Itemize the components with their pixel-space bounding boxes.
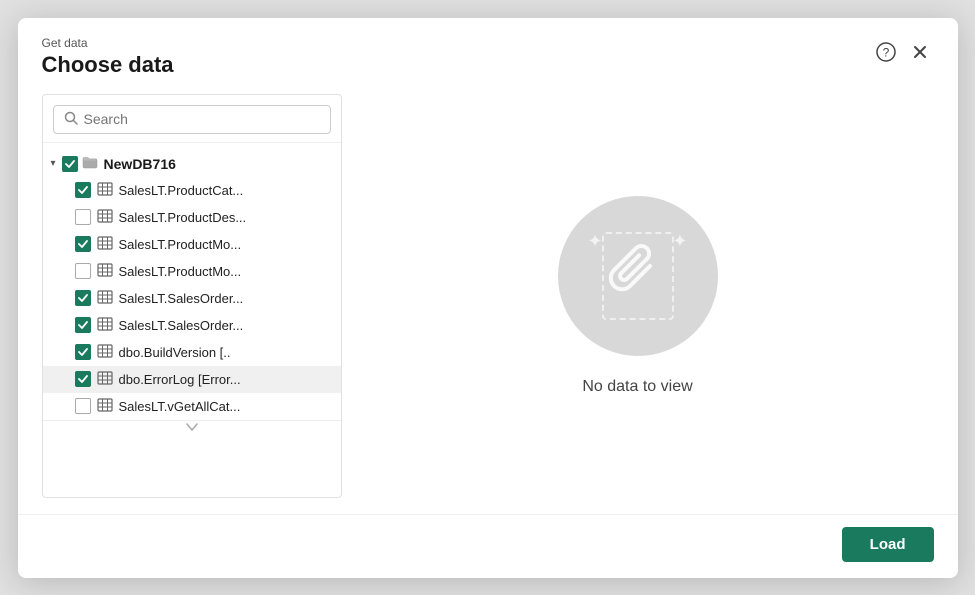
dialog-footer: Load: [18, 514, 958, 578]
help-button[interactable]: ?: [872, 40, 900, 64]
title-group: Get data Choose data: [42, 36, 174, 78]
dialog-title: Choose data: [42, 52, 174, 78]
item-label: dbo.BuildVersion [..: [119, 345, 231, 360]
table-icon: [97, 371, 113, 388]
tree-item-row[interactable]: SalesLT.SalesOrder...: [43, 312, 341, 339]
paperclip-wrap: ✦ ✦: [583, 221, 693, 331]
search-input-wrap[interactable]: [53, 105, 331, 134]
search-icon: [64, 111, 78, 128]
close-icon: [910, 42, 930, 62]
item-label: dbo.ErrorLog [Error...: [119, 372, 241, 387]
table-icon: [97, 263, 113, 280]
search-bar: [43, 95, 341, 143]
item-checkbox-empty[interactable]: [75, 209, 91, 225]
no-data-illustration: ✦ ✦: [558, 196, 718, 356]
item-label: SalesLT.SalesOrder...: [119, 318, 244, 333]
tree-area[interactable]: ▾ NewDB716: [43, 143, 341, 497]
folder-icon: [82, 155, 98, 173]
table-icon: [97, 236, 113, 253]
sparkle-top-left-icon: ✦: [588, 231, 603, 252]
paperclip-icon: [608, 236, 668, 316]
item-checkbox-checked[interactable]: [75, 182, 91, 198]
item-label: SalesLT.ProductDes...: [119, 210, 247, 225]
table-icon: [97, 317, 113, 334]
header-actions: ?: [872, 40, 934, 64]
left-panel: ▾ NewDB716: [42, 94, 342, 498]
table-icon: [97, 182, 113, 199]
sparkle-top-right-icon: ✦: [672, 231, 687, 252]
item-checkbox-checked[interactable]: [75, 344, 91, 360]
item-checkbox-checked[interactable]: [75, 317, 91, 333]
db-row[interactable]: ▾ NewDB716: [43, 151, 341, 177]
item-label: SalesLT.ProductMo...: [119, 237, 242, 252]
search-input[interactable]: [84, 111, 320, 127]
item-checkbox-checked[interactable]: [75, 290, 91, 306]
close-button[interactable]: [906, 40, 934, 64]
db-checkbox[interactable]: [62, 156, 78, 172]
table-icon: [97, 344, 113, 361]
tree-item-row[interactable]: SalesLT.ProductDes...: [43, 204, 341, 231]
svg-text:?: ?: [882, 45, 889, 59]
item-checkbox-empty[interactable]: [75, 263, 91, 279]
tree-item-row[interactable]: dbo.ErrorLog [Error...: [43, 366, 341, 393]
tree-item-row[interactable]: dbo.BuildVersion [..: [43, 339, 341, 366]
no-data-text: No data to view: [582, 378, 692, 396]
table-icon: [97, 209, 113, 226]
item-label: SalesLT.ProductMo...: [119, 264, 242, 279]
item-label: SalesLT.SalesOrder...: [119, 291, 244, 306]
dialog: Get data Choose data ?: [18, 18, 958, 578]
scroll-down-indicator: [43, 420, 341, 433]
right-panel: ✦ ✦ No data to view: [342, 94, 934, 498]
table-icon: [97, 398, 113, 415]
tree-item-row[interactable]: SalesLT.SalesOrder...: [43, 285, 341, 312]
item-checkbox-empty[interactable]: [75, 398, 91, 414]
tree-item-row[interactable]: SalesLT.vGetAllCat...: [43, 393, 341, 420]
tree-item-row[interactable]: SalesLT.ProductCat...: [43, 177, 341, 204]
item-label: SalesLT.vGetAllCat...: [119, 399, 241, 414]
tree-items-container: SalesLT.ProductCat... SalesLT.ProductDes…: [43, 177, 341, 420]
db-name: NewDB716: [104, 156, 176, 172]
help-icon: ?: [876, 42, 896, 62]
table-icon: [97, 290, 113, 307]
tree-item-row[interactable]: SalesLT.ProductMo...: [43, 258, 341, 285]
load-button[interactable]: Load: [842, 527, 934, 562]
item-checkbox-checked[interactable]: [75, 371, 91, 387]
dialog-body: ▾ NewDB716: [18, 78, 958, 514]
tree-item-row[interactable]: SalesLT.ProductMo...: [43, 231, 341, 258]
dialog-header: Get data Choose data ?: [18, 18, 958, 78]
item-checkbox-checked[interactable]: [75, 236, 91, 252]
chevron-down-icon: ▾: [51, 158, 56, 169]
dialog-subtitle: Get data: [42, 36, 174, 50]
item-label: SalesLT.ProductCat...: [119, 183, 244, 198]
